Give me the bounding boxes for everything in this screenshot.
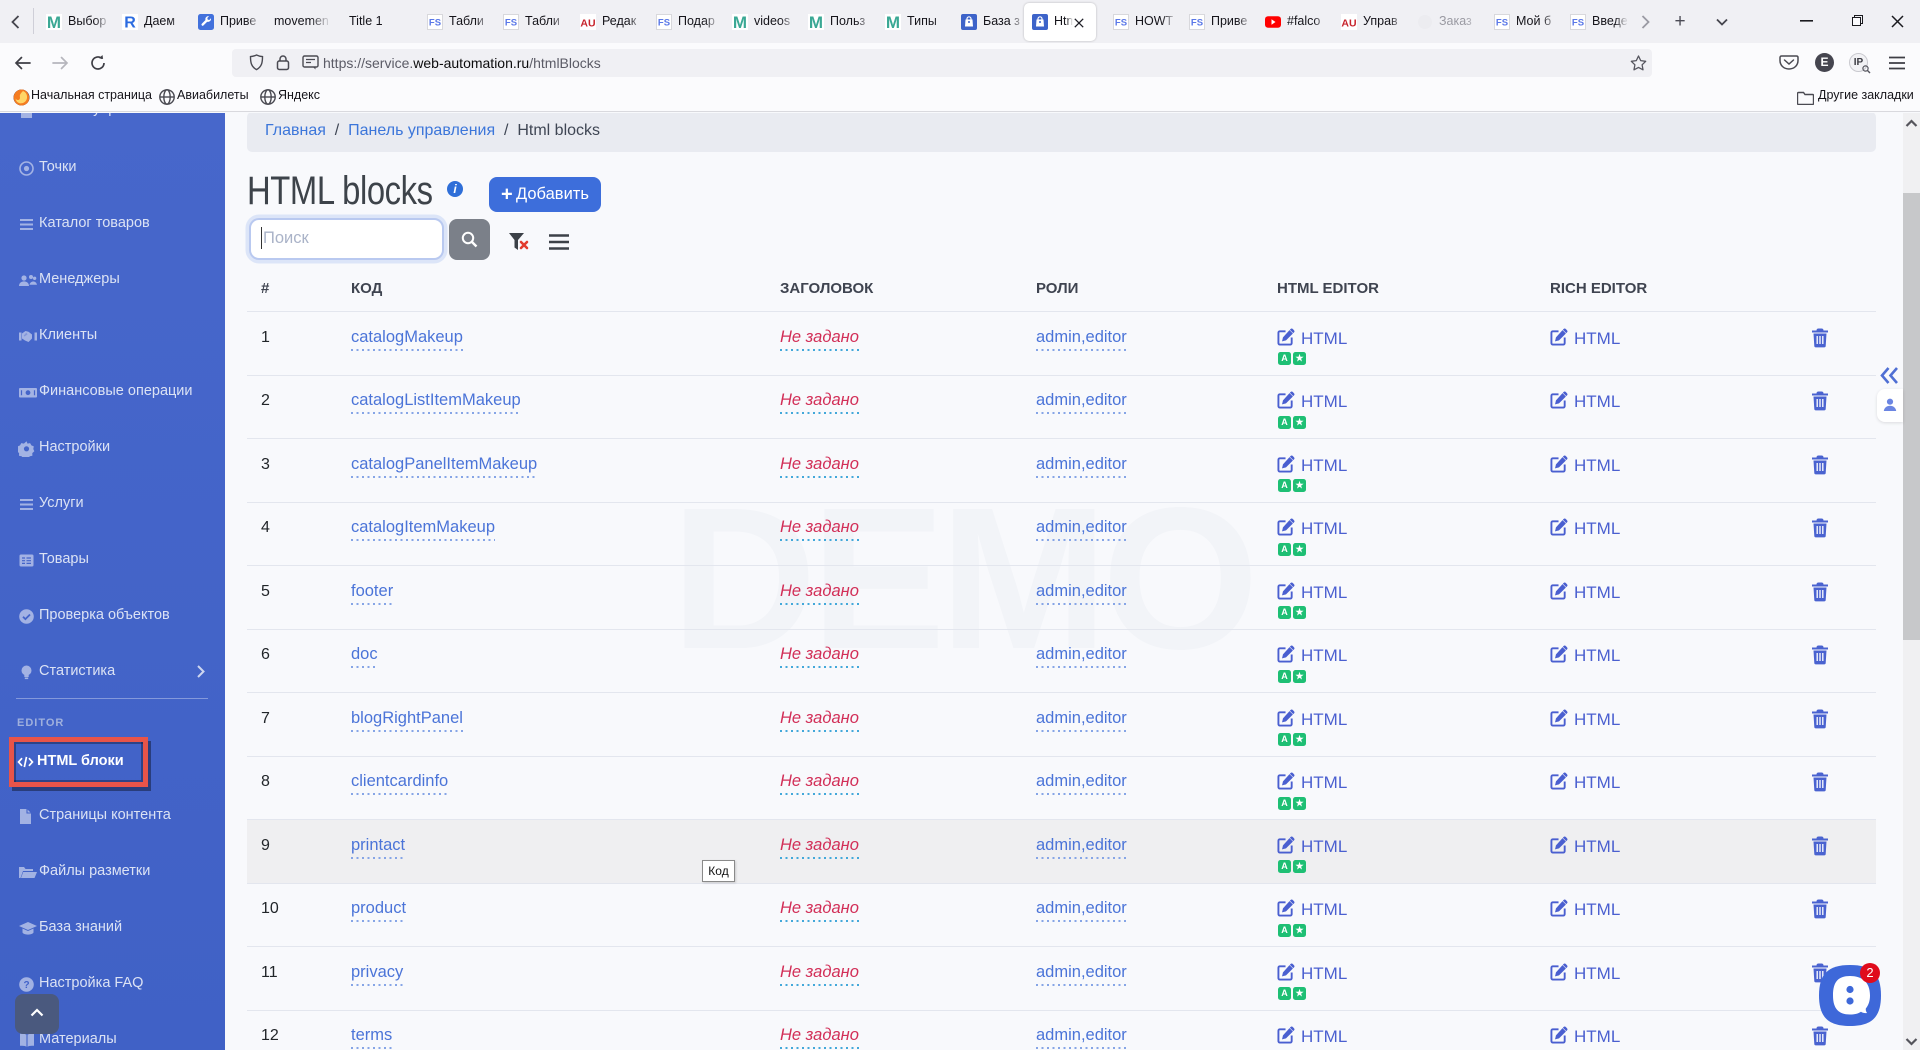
svg-text:M: M	[886, 14, 900, 30]
svg-text:M: M	[733, 14, 747, 30]
svg-text:FS: FS	[1572, 18, 1584, 29]
svg-text:M: M	[47, 14, 61, 30]
svg-text:FS: FS	[429, 18, 441, 29]
svg-text:?: ?	[23, 980, 29, 991]
svg-text:FS: FS	[658, 18, 670, 29]
svg-text:FS: FS	[1496, 18, 1508, 29]
svg-text:FS: FS	[505, 18, 517, 29]
svg-text:AU: AU	[1341, 18, 1356, 30]
svg-text:AU: AU	[580, 18, 595, 30]
svg-text:FS: FS	[1115, 18, 1127, 29]
svg-text:FS: FS	[1191, 18, 1203, 29]
svg-text:M: M	[809, 14, 823, 30]
svg-text:R: R	[124, 15, 136, 31]
